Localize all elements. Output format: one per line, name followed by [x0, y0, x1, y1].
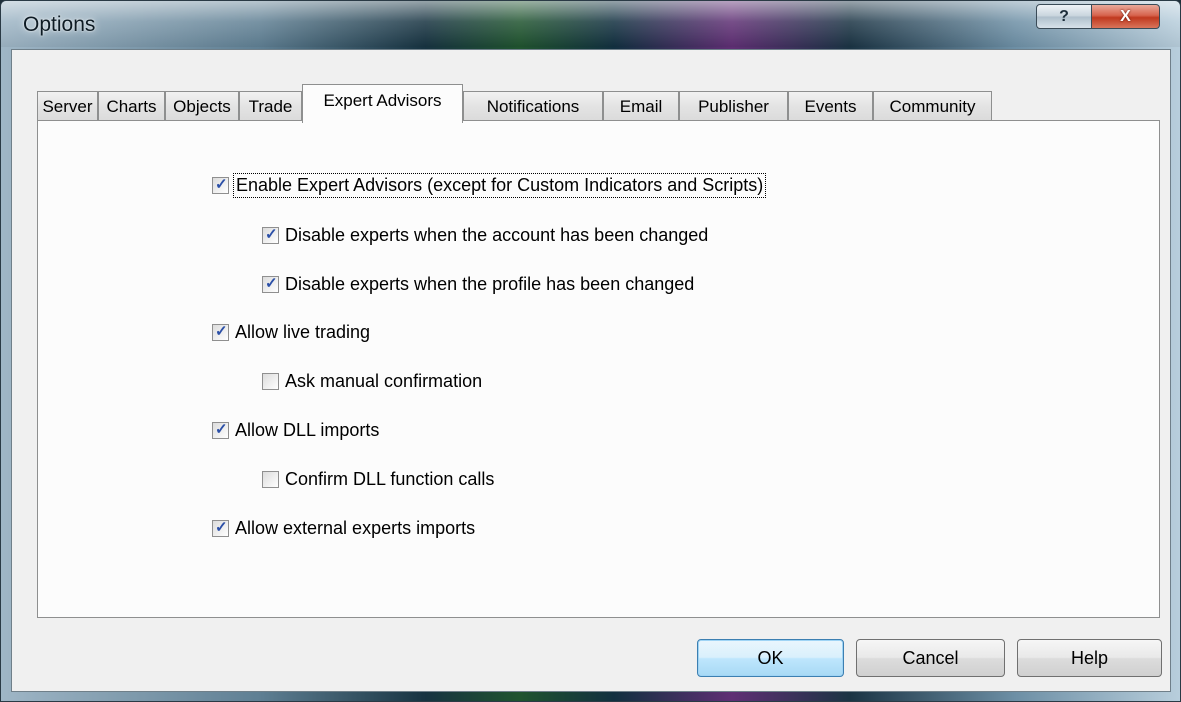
allow-external-imports-checkbox[interactable]: ✓: [212, 519, 229, 537]
tab-email[interactable]: Email: [603, 91, 679, 122]
allow-live-trading-label: Allow live trading: [235, 322, 371, 342]
ask-manual-confirmation-label: Ask manual confirmation: [285, 371, 483, 391]
dialog-client-area: Server Charts Objects Trade Expert Advis…: [11, 49, 1171, 692]
disable-on-account-change-option[interactable]: ✓ Disable experts when the account has b…: [262, 225, 708, 246]
checkmark-icon: ✓: [265, 226, 278, 243]
disable-on-profile-change-option[interactable]: ✓ Disable experts when the profile has b…: [262, 274, 694, 295]
disable-on-account-change-label: Disable experts when the account has bee…: [285, 225, 709, 245]
title-bar[interactable]: Options ? X: [1, 1, 1180, 47]
tab-community[interactable]: Community: [873, 91, 992, 122]
tab-server[interactable]: Server: [37, 91, 98, 122]
allow-external-imports-option[interactable]: ✓ Allow external experts imports: [212, 518, 475, 539]
options-dialog: Options ? X Server Charts Objects Trade …: [0, 0, 1181, 702]
checkmark-icon: ✓: [265, 275, 278, 292]
help-button[interactable]: Help: [1017, 639, 1162, 677]
tab-expert-advisors[interactable]: Expert Advisors: [302, 84, 463, 123]
caption-buttons: ? X: [1036, 4, 1160, 29]
window-title: Options: [23, 13, 96, 36]
help-icon[interactable]: ?: [1036, 4, 1092, 29]
allow-dll-imports-option[interactable]: ✓ Allow DLL imports: [212, 420, 379, 441]
tab-publisher[interactable]: Publisher: [679, 91, 788, 122]
ask-manual-confirmation-checkbox[interactable]: [262, 373, 279, 390]
tab-trade[interactable]: Trade: [239, 91, 302, 122]
close-icon[interactable]: X: [1092, 4, 1160, 29]
tab-events[interactable]: Events: [788, 91, 873, 122]
confirm-dll-calls-checkbox[interactable]: [262, 471, 279, 488]
checkmark-icon: ✓: [215, 176, 228, 193]
tab-objects[interactable]: Objects: [165, 91, 239, 122]
allow-live-trading-checkbox[interactable]: ✓: [212, 323, 229, 341]
cancel-button[interactable]: Cancel: [856, 639, 1005, 677]
confirm-dll-calls-option[interactable]: Confirm DLL function calls: [262, 469, 494, 490]
ask-manual-confirmation-option[interactable]: Ask manual confirmation: [262, 371, 482, 392]
allow-external-imports-label: Allow external experts imports: [235, 518, 476, 538]
disable-on-profile-change-label: Disable experts when the profile has bee…: [285, 274, 695, 294]
checkmark-icon: ✓: [215, 421, 228, 438]
tab-charts[interactable]: Charts: [98, 91, 165, 122]
allow-dll-imports-checkbox[interactable]: ✓: [212, 421, 229, 439]
tab-notifications[interactable]: Notifications: [463, 91, 603, 122]
enable-expert-advisors-option[interactable]: ✓ Enable Expert Advisors (except for Cus…: [212, 173, 767, 198]
checkmark-icon: ✓: [215, 323, 228, 340]
disable-on-account-change-checkbox[interactable]: ✓: [262, 226, 279, 244]
confirm-dll-calls-label: Confirm DLL function calls: [285, 469, 495, 489]
enable-expert-advisors-checkbox[interactable]: ✓: [212, 176, 229, 194]
ok-button[interactable]: OK: [697, 639, 844, 677]
checkmark-icon: ✓: [215, 519, 228, 536]
disable-on-profile-change-checkbox[interactable]: ✓: [262, 275, 279, 293]
enable-expert-advisors-label: Enable Expert Advisors (except for Custo…: [232, 173, 767, 198]
allow-dll-imports-label: Allow DLL imports: [235, 420, 380, 440]
allow-live-trading-option[interactable]: ✓ Allow live trading: [212, 322, 370, 343]
expert-advisors-panel: ✓ Enable Expert Advisors (except for Cus…: [37, 120, 1160, 618]
